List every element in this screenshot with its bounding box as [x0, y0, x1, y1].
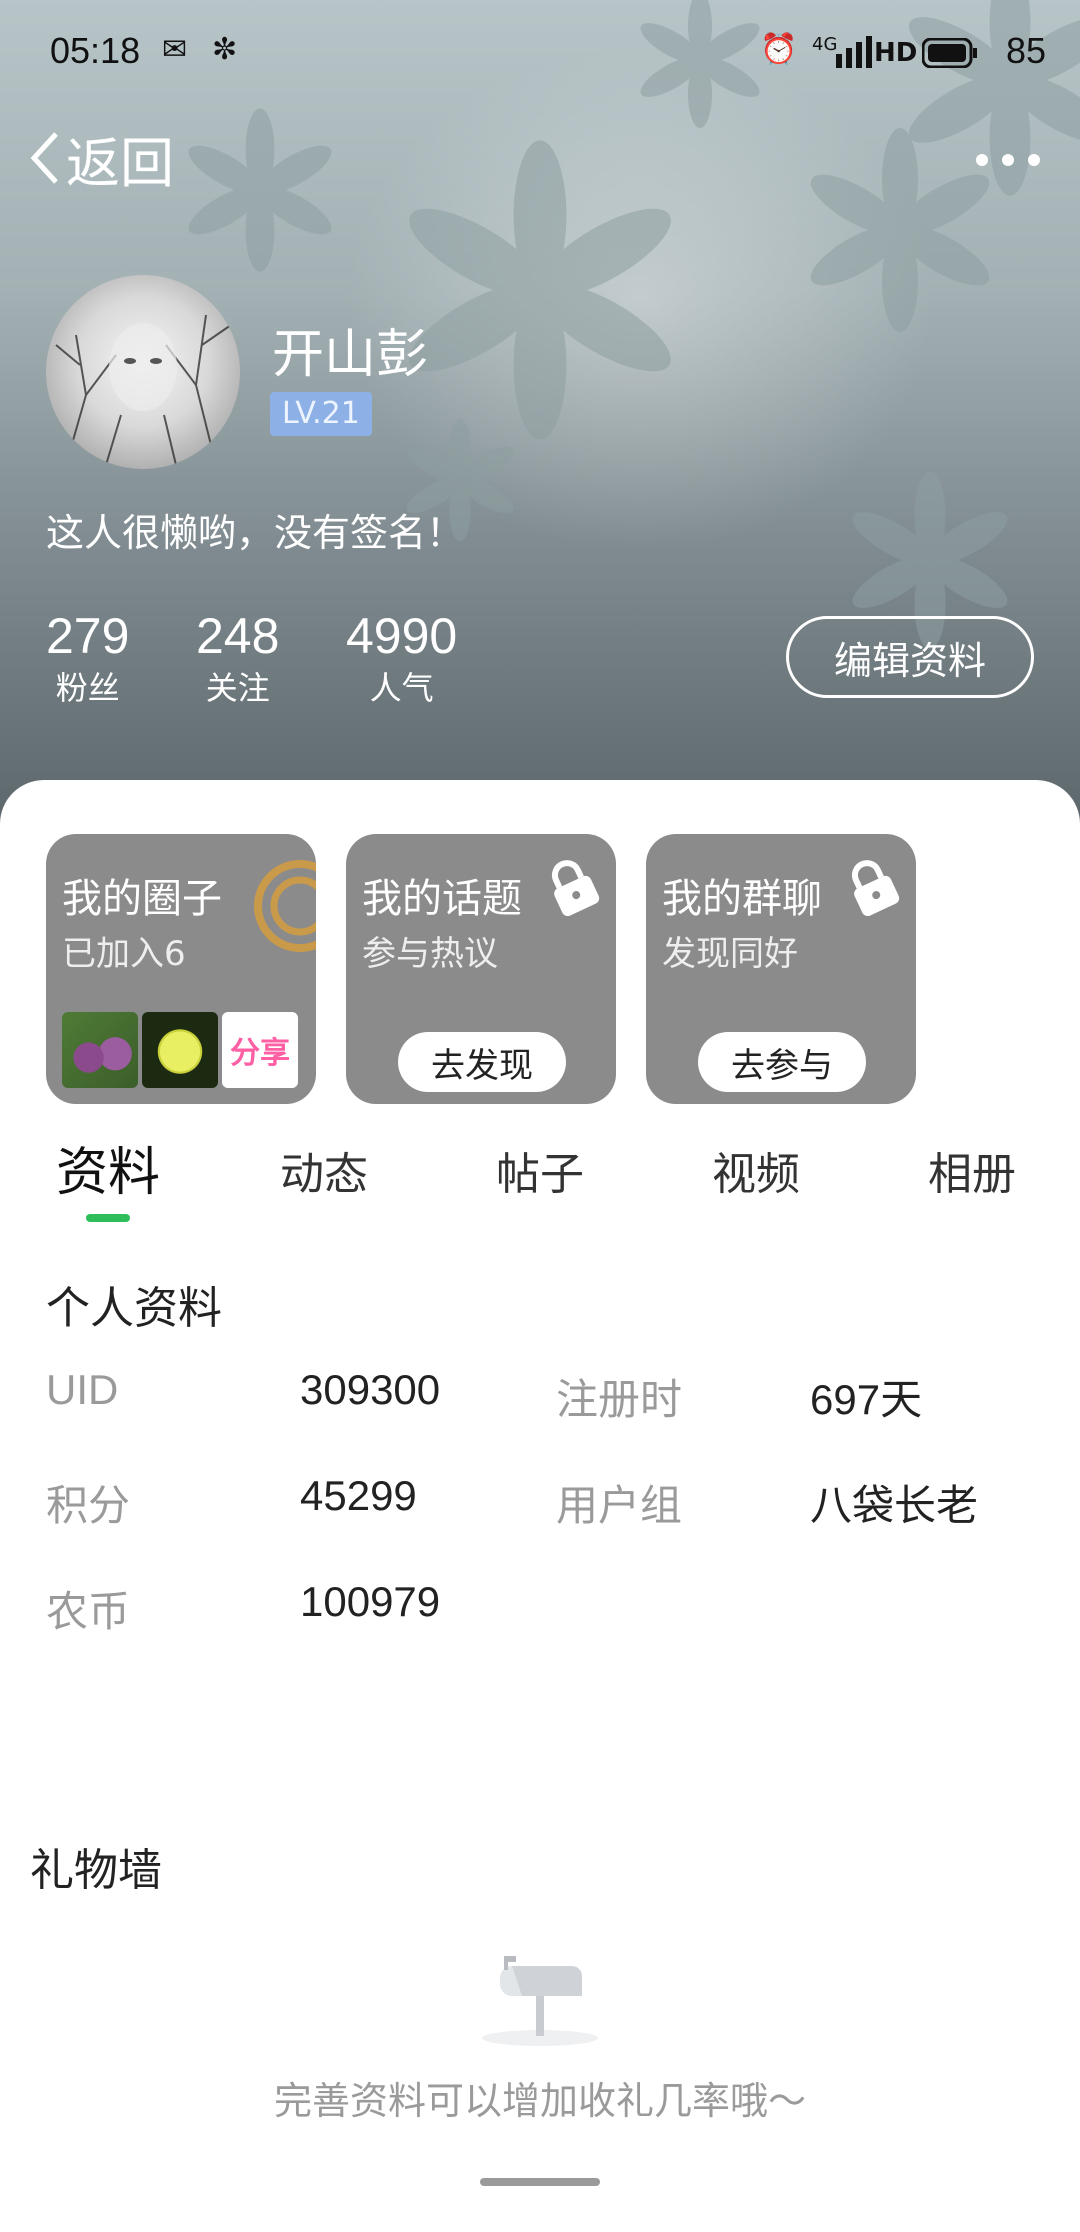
stat-label: 人气 [369, 669, 434, 707]
back-label: 返回 [66, 131, 174, 195]
edit-profile-button[interactable]: 编辑资料 [786, 616, 1034, 698]
avatar-image [55, 314, 232, 466]
tile-subtitle: 发现同好 [662, 934, 798, 974]
battery-icon [922, 38, 977, 68]
info-value-user-group: 八袋长老 [810, 1482, 979, 1529]
info-label-registered: 注册时 [556, 1376, 683, 1423]
circle-thumbnail-plums[interactable] [62, 1012, 138, 1088]
back-button[interactable]: 返回 [28, 118, 174, 198]
chevron-left-icon [30, 132, 58, 184]
lock-icon [551, 860, 600, 916]
app-notification-icon: ✼ [212, 32, 238, 67]
discover-button[interactable]: 去发现 [398, 1032, 566, 1092]
stat-label: 关注 [205, 669, 270, 707]
join-button[interactable]: 去参与 [698, 1032, 866, 1092]
info-value-uid: 309300 [300, 1366, 441, 1413]
tab-videos[interactable]: 视频 [712, 1138, 800, 1202]
avatar[interactable] [46, 275, 240, 469]
tile-subtitle: 已加入6 [62, 934, 186, 974]
status-bar: 05:18 ✉ ✼ ⏰ 4G HD 85 [0, 0, 1080, 110]
info-value-points: 45299 [300, 1472, 417, 1519]
gift-wall-title: 礼物墙 [30, 1845, 162, 1896]
personal-info-title: 个人资料 [46, 1283, 222, 1334]
tile-subtitle: 参与热议 [362, 934, 498, 974]
stat-value: 4990 [346, 608, 458, 664]
profile-header-background: 05:18 ✉ ✼ ⏰ 4G HD 85 返回 开山彭 LV.21 这人很懒哟，… [0, 0, 1080, 830]
tab-activity[interactable]: 动态 [280, 1138, 368, 1202]
user-name: 开山彭 [272, 325, 429, 385]
gift-wall-empty-text: 完善资料可以增加收礼几率哦～ [273, 2079, 806, 2123]
active-tab-indicator [86, 1214, 130, 1222]
status-time: 05:18 [50, 30, 141, 71]
tab-profile-info[interactable]: 资料 [56, 1130, 160, 1205]
mailbox-icon [482, 1956, 598, 2046]
stat-followers[interactable]: 279 粉丝 [46, 606, 129, 710]
user-signature: 这人很懒哟，没有签名！ [46, 511, 465, 555]
signal-icon [836, 36, 872, 68]
tile-title: 我的圈子 [62, 876, 222, 922]
info-label-coins: 农币 [46, 1588, 131, 1635]
info-label-user-group: 用户组 [556, 1482, 683, 1529]
tab-posts[interactable]: 帖子 [496, 1138, 584, 1202]
stat-popularity[interactable]: 4990 人气 [346, 606, 457, 710]
stat-value: 279 [46, 608, 130, 664]
more-dot-icon [1028, 154, 1040, 166]
circle-ring-icon [254, 860, 316, 952]
more-dot-icon [976, 154, 988, 166]
my-circles-card[interactable]: 我的圈子 已加入6 分享 [46, 834, 316, 1104]
home-indicator[interactable] [480, 2178, 600, 2186]
info-value-coins: 100979 [300, 1578, 441, 1625]
profile-tabs: 资料 动态 帖子 视频 相册 [0, 1130, 1080, 1230]
info-value-registered: 697天 [810, 1376, 923, 1423]
circle-thumbnails: 分享 [62, 1012, 298, 1088]
stat-value: 248 [196, 608, 280, 664]
tile-title: 我的群聊 [662, 876, 822, 922]
circle-thumbnail-fruit[interactable] [142, 1012, 218, 1088]
alarm-icon: ⏰ [760, 32, 798, 67]
stat-label: 粉丝 [55, 669, 120, 707]
my-group-chats-card[interactable]: 我的群聊 发现同好 去参与 [646, 834, 916, 1104]
stat-following[interactable]: 248 关注 [196, 606, 279, 710]
tile-title: 我的话题 [362, 876, 522, 922]
lock-icon [851, 860, 900, 916]
info-label-points: 积分 [46, 1482, 131, 1529]
circle-thumbnail-share[interactable]: 分享 [222, 1012, 298, 1088]
battery-level: 85 [1005, 30, 1046, 71]
network-type-label: 4G [812, 34, 838, 55]
message-icon: ✉ [162, 32, 188, 67]
level-badge: LV.21 [270, 392, 372, 436]
more-dot-icon [1002, 154, 1014, 166]
my-topics-card[interactable]: 我的话题 参与热议 去发现 [346, 834, 616, 1104]
hd-voice-icon: HD [874, 38, 918, 68]
more-options-button[interactable] [976, 140, 1040, 180]
info-label-uid: UID [46, 1366, 119, 1413]
tab-albums[interactable]: 相册 [928, 1138, 1016, 1202]
